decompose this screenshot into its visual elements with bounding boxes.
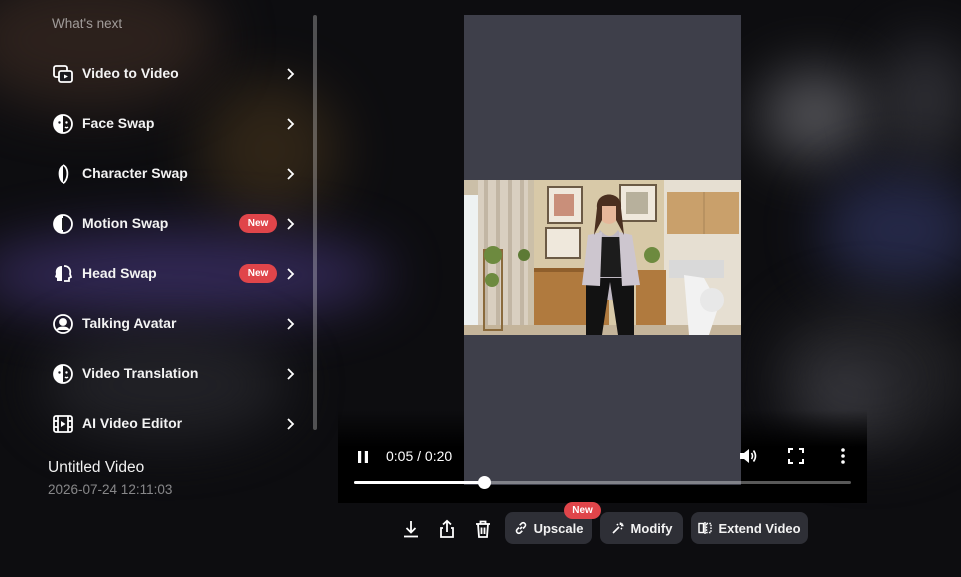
video-player[interactable]: 0:05 / 0:20 xyxy=(338,15,867,503)
whats-next-menu: Video to Video Face Swap Character Swap … xyxy=(0,49,318,449)
head-swap-icon xyxy=(55,265,73,282)
sidebar-item-talking-avatar[interactable]: Talking Avatar xyxy=(0,299,318,349)
sidebar-item-head-swap[interactable]: Head Swap New xyxy=(0,249,318,299)
extend-video-button[interactable]: Extend Video xyxy=(691,512,808,544)
video-translation-icon xyxy=(53,364,73,384)
extend-icon xyxy=(698,522,713,534)
modify-label: Modify xyxy=(630,520,673,536)
sidebar-item-face-swap[interactable]: Face Swap xyxy=(0,99,318,149)
extend-video-label: Extend Video xyxy=(718,520,801,536)
new-badge: New xyxy=(564,502,601,519)
fullscreen-icon[interactable] xyxy=(788,448,804,464)
time-display: 0:05 / 0:20 xyxy=(386,448,453,464)
download-icon[interactable] xyxy=(401,519,421,539)
sidebar-item-label: Talking Avatar xyxy=(82,315,177,331)
motion-swap-icon xyxy=(53,214,73,234)
sidebar-item-label: AI Video Editor xyxy=(82,415,183,431)
trash-icon[interactable] xyxy=(473,519,493,539)
sidebar-scrollbar[interactable] xyxy=(313,15,317,430)
chevron-right-icon xyxy=(287,168,295,180)
video-frame[interactable] xyxy=(464,15,741,485)
section-title: What's next xyxy=(52,16,123,31)
chevron-right-icon xyxy=(287,368,295,380)
chevron-right-icon xyxy=(287,318,295,330)
more-options-icon[interactable] xyxy=(840,447,846,465)
sidebar-item-label: Motion Swap xyxy=(82,215,169,231)
project-title: Untitled Video xyxy=(48,459,145,476)
video-thumbnail xyxy=(464,180,741,335)
sidebar-item-label: Video Translation xyxy=(82,365,199,381)
chevron-right-icon xyxy=(287,268,295,280)
chevron-right-icon xyxy=(287,218,295,230)
sidebar-item-video-translation[interactable]: Video Translation xyxy=(0,349,318,399)
face-swap-icon xyxy=(53,114,73,134)
link-icon xyxy=(515,521,526,535)
sidebar: What's next Video to Video Face Swap Cha… xyxy=(0,0,318,577)
app-window: What's next Video to Video Face Swap Cha… xyxy=(0,0,961,577)
chevron-right-icon xyxy=(287,68,295,80)
progress-fill xyxy=(354,481,485,484)
chevron-right-icon xyxy=(287,418,295,430)
sidebar-item-label: Head Swap xyxy=(82,265,157,281)
new-badge: New xyxy=(239,214,277,233)
ai-video-editor-icon xyxy=(53,415,73,433)
chevron-right-icon xyxy=(287,118,295,130)
sidebar-item-motion-swap[interactable]: Motion Swap New xyxy=(0,199,318,249)
character-swap-icon xyxy=(58,164,69,184)
share-icon[interactable] xyxy=(437,519,457,539)
video-to-video-icon xyxy=(53,65,73,83)
sidebar-item-character-swap[interactable]: Character Swap xyxy=(0,149,318,199)
new-badge: New xyxy=(239,264,277,283)
sidebar-item-ai-video-editor[interactable]: AI Video Editor xyxy=(0,399,318,449)
sidebar-item-label: Character Swap xyxy=(82,165,188,181)
sidebar-item-video-to-video[interactable]: Video to Video xyxy=(0,49,318,99)
volume-icon[interactable] xyxy=(738,446,758,466)
modify-button[interactable]: Modify xyxy=(600,512,683,544)
sidebar-item-label: Face Swap xyxy=(82,115,155,131)
upscale-label: Upscale xyxy=(533,520,584,536)
progress-bar[interactable] xyxy=(354,476,851,489)
project-timestamp: 2026-07-24 12:11:03 xyxy=(48,482,173,497)
pause-icon[interactable] xyxy=(354,448,372,466)
magic-wand-icon xyxy=(611,522,624,534)
sidebar-item-label: Video to Video xyxy=(82,65,179,81)
talking-avatar-icon xyxy=(53,314,73,334)
